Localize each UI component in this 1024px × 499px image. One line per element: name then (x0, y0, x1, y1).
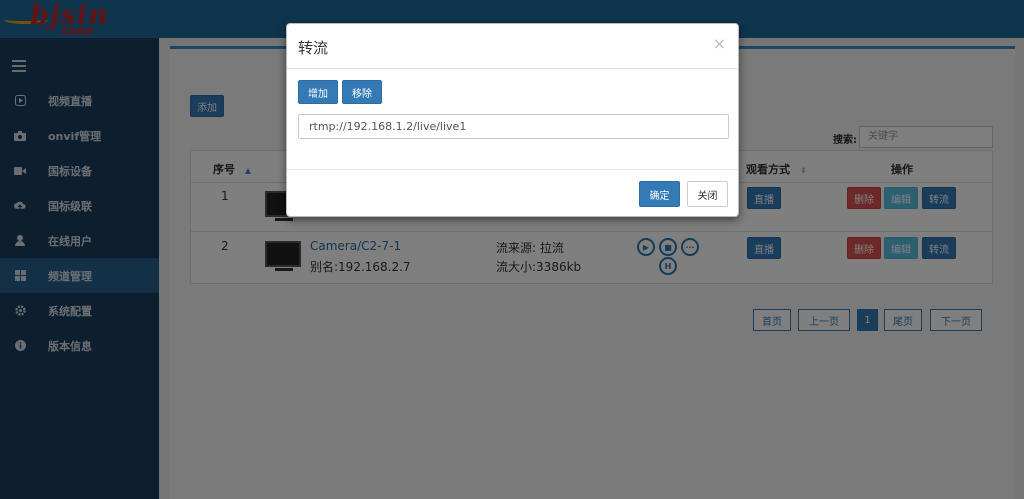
remove-url-button[interactable]: 移除 (342, 80, 382, 104)
confirm-button[interactable]: 确定 (639, 181, 680, 207)
modal-header: 转流 × (287, 24, 738, 69)
modal-footer: 确定 关闭 (287, 169, 738, 217)
add-url-button[interactable]: 增加 (298, 80, 338, 104)
modal-title: 转流 (298, 39, 329, 57)
close-button[interactable]: 关闭 (687, 181, 728, 207)
rtmp-url-input[interactable]: rtmp://192.168.1.2/live/live1 (298, 114, 729, 139)
modal-body: 增加 移除 rtmp://192.168.1.2/live/live1 (287, 69, 738, 169)
close-icon[interactable]: × (713, 34, 726, 53)
transfer-modal: 转流 × 增加 移除 rtmp://192.168.1.2/live/live1… (286, 23, 739, 217)
